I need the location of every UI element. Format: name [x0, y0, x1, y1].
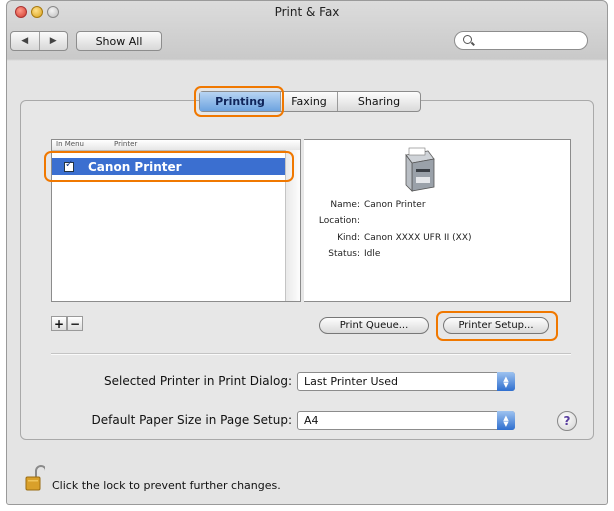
selected-printer-label: Selected Printer in Print Dialog:	[103, 374, 292, 388]
select-arrows-icon: ▲ ▼	[497, 372, 515, 391]
detail-name-label: Name:	[330, 200, 360, 210]
paper-size-label: Default Paper Size in Page Setup:	[91, 413, 293, 427]
search-input[interactable]	[454, 31, 588, 50]
back-forward-buttons: ◀ ▶	[10, 31, 68, 51]
window-title: Print & Fax	[274, 5, 340, 19]
divider	[51, 353, 571, 355]
detail-kind-value: Canon XXXX UFR II (XX)	[364, 233, 472, 243]
detail-name: Name: Canon Printer	[314, 200, 426, 210]
search-icon	[463, 35, 472, 44]
header-in-menu[interactable]: In Menu	[56, 140, 84, 148]
select-arrows-icon: ▲ ▼	[497, 411, 515, 430]
highlight-printer-setup	[436, 311, 558, 341]
title-bar: Print & Fax	[7, 1, 607, 23]
header-printer[interactable]: Printer	[114, 140, 137, 148]
paper-size-select[interactable]: A4 ▲ ▼	[297, 411, 515, 430]
selected-printer-value: Last Printer Used	[304, 375, 399, 388]
tab-faxing[interactable]: Faxing	[281, 92, 338, 111]
detail-kind: Kind: Canon XXXX UFR II (XX)	[314, 233, 472, 243]
detail-location-label: Location:	[318, 216, 360, 226]
selected-printer-select[interactable]: Last Printer Used ▲ ▼	[297, 372, 515, 391]
list-header: In Menu Printer	[52, 140, 300, 151]
detail-location: Location:	[314, 216, 364, 226]
detail-status-value: Idle	[364, 249, 381, 259]
highlight-printer-row	[44, 151, 294, 182]
paper-size-value: A4	[304, 414, 319, 427]
detail-name-value: Canon Printer	[364, 200, 426, 210]
remove-printer-button[interactable]: −	[67, 316, 83, 331]
show-all-button[interactable]: Show All	[76, 31, 162, 51]
printer-icon	[405, 147, 435, 192]
tab-sharing[interactable]: Sharing	[338, 92, 420, 111]
lock-message: Click the lock to prevent further change…	[52, 479, 281, 492]
detail-kind-label: Kind:	[337, 233, 360, 243]
add-printer-button[interactable]: +	[51, 316, 67, 331]
help-button[interactable]: ?	[557, 411, 577, 431]
print-queue-button[interactable]: Print Queue...	[319, 317, 429, 334]
forward-button[interactable]: ▶	[40, 32, 68, 50]
lock-icon[interactable]	[25, 465, 45, 491]
detail-status: Status: Idle	[314, 249, 380, 259]
highlight-printing-tab	[194, 86, 284, 117]
detail-status-label: Status:	[328, 249, 360, 259]
back-button[interactable]: ◀	[11, 32, 40, 50]
